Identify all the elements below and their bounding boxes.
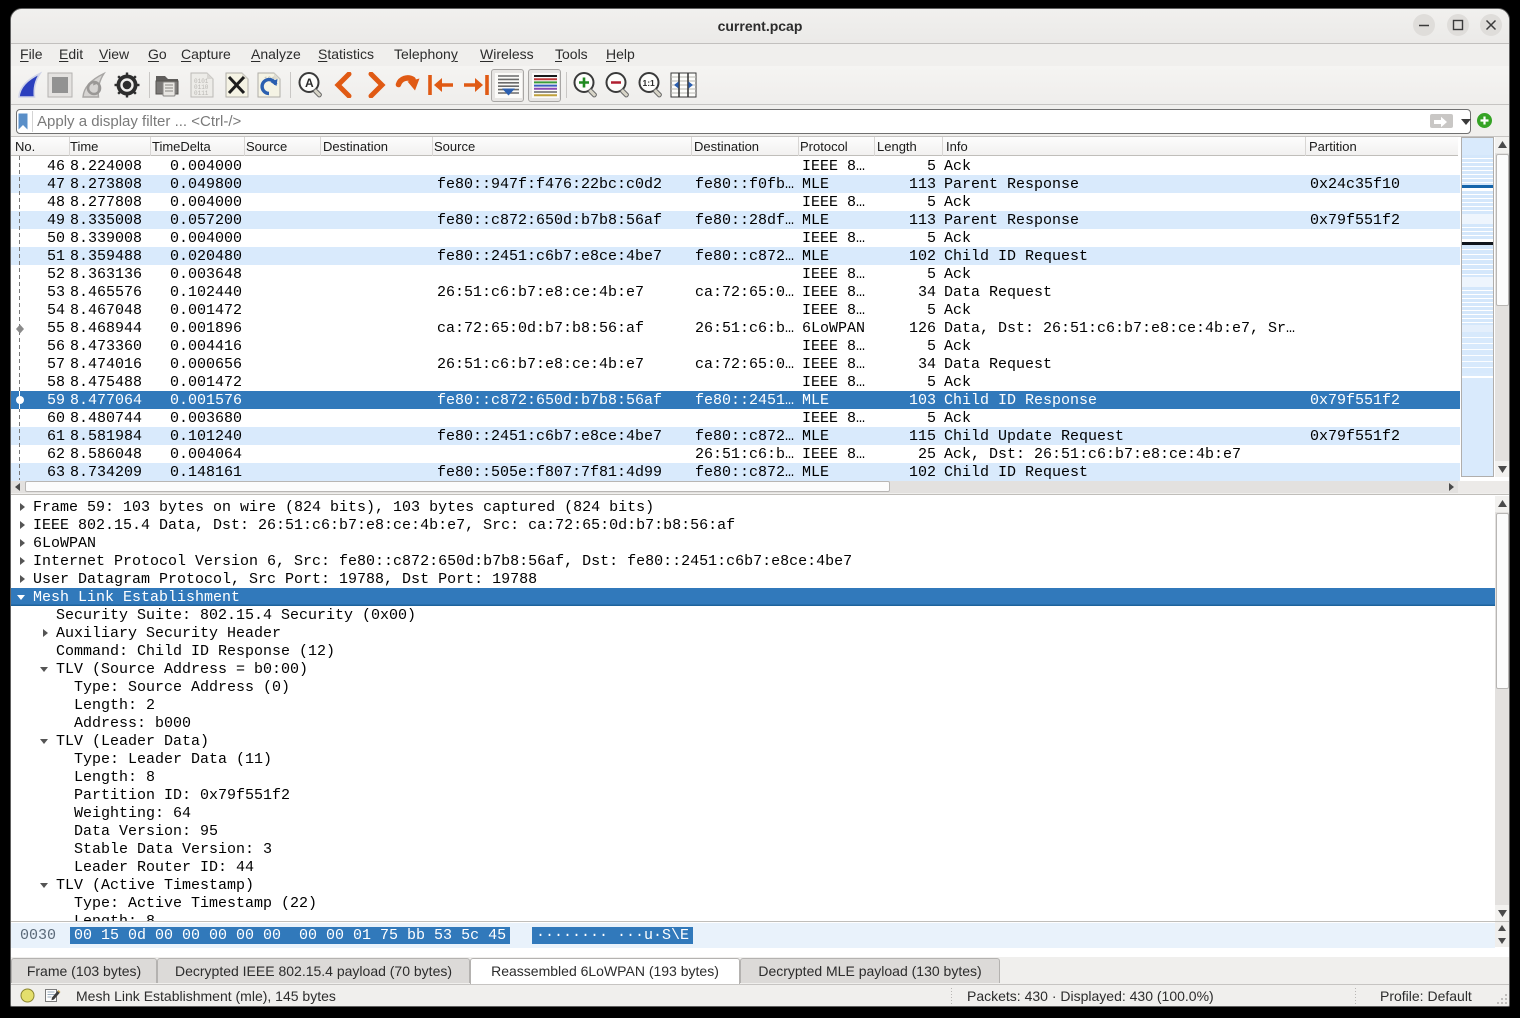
svg-text:A: A [305,76,314,90]
svg-text:1:1: 1:1 [643,78,656,88]
svg-text:0111: 0111 [194,90,209,97]
